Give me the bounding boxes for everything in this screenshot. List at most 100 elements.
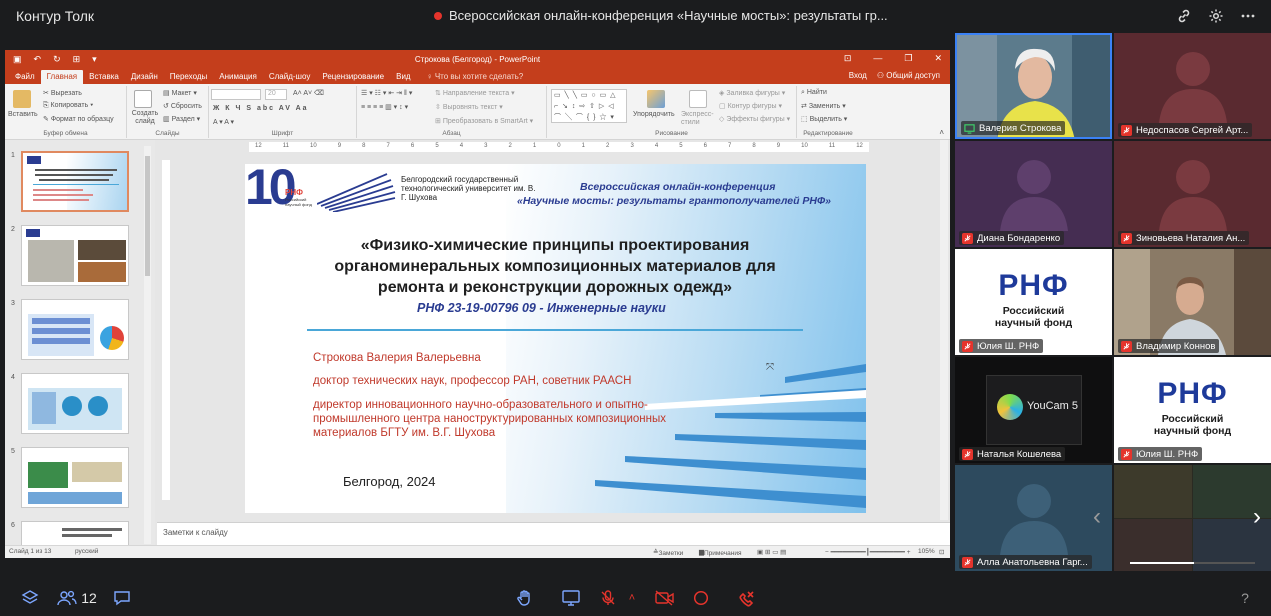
chevron-right-icon[interactable]: › [1253, 503, 1261, 531]
arrange-button[interactable]: Упорядочить [633, 111, 675, 118]
tab-home[interactable]: Главная [40, 70, 84, 84]
thumbnail-slide-1[interactable] [21, 151, 129, 212]
participant-tile[interactable]: Владимир Коннов [1114, 249, 1271, 355]
mic-muted-icon[interactable] [598, 588, 618, 608]
meeting-title-group[interactable]: Всероссийская онлайн-конференция «Научны… [434, 8, 888, 23]
maximize-icon[interactable]: ❐ [904, 53, 912, 64]
tab-slideshow[interactable]: Слайд-шоу [263, 70, 316, 84]
font-color-buttons[interactable]: A ▾ A ▾ [213, 118, 234, 126]
shapes-gallery[interactable]: ▭ ╲ ╲ ▭ ○ ▭ △ ⌐ ↘ ↕ ⇨ ⇧ ▷ ◁ ⌒ ╲ ⌒ { } ☆ ▾ [551, 89, 627, 123]
participants-button[interactable]: 12 [56, 588, 98, 608]
thumbnail-slide-5[interactable] [21, 447, 129, 508]
more-icon[interactable] [1239, 7, 1257, 25]
section-button[interactable]: ▥ Раздел ▾ [163, 115, 200, 123]
tab-animations[interactable]: Анимация [213, 70, 263, 84]
camera-off-icon[interactable] [654, 588, 676, 608]
raise-hand-icon[interactable] [515, 588, 535, 608]
thumbnails-scrollbar[interactable] [144, 146, 151, 544]
tell-me-box[interactable]: ♀ Что вы хотите сделать? [417, 70, 530, 84]
quick-styles-button[interactable]: Экспресс-стили [681, 111, 715, 127]
view-buttons[interactable]: ▣ ⊞ ▭ ▤ [757, 548, 786, 556]
shape-effects-button[interactable]: ◇ Эффекты фигуры ▾ [719, 115, 790, 123]
slide-canvas[interactable]: 10 РНФ Российский научный фонд Белгородс… [245, 164, 866, 513]
select-button[interactable]: ⬚ Выделить ▾ [801, 115, 847, 123]
record-icon[interactable] [692, 588, 710, 608]
leave-call-icon[interactable] [736, 588, 758, 608]
paste-button[interactable]: Вставить [8, 111, 38, 118]
close-icon[interactable]: ✕ [934, 53, 942, 64]
thumbnail-slide-4[interactable] [21, 373, 129, 434]
participant-tile[interactable]: РНФ Российский научный фонд Юлия Ш. РНФ [1114, 357, 1271, 463]
cut-button[interactable]: ✂ Вырезать [43, 89, 82, 97]
font-size-field[interactable]: 20 [265, 89, 287, 100]
chat-icon[interactable] [112, 588, 132, 608]
thumbnail-slide-6[interactable] [21, 521, 129, 545]
thumbnail-slide-2[interactable] [21, 225, 129, 286]
thumbnail-slide-3[interactable] [21, 299, 129, 360]
quick-styles-icon[interactable] [689, 90, 707, 108]
link-icon[interactable] [1175, 7, 1193, 25]
format-painter-label: Формат по образцу [50, 116, 114, 123]
tab-file[interactable]: Файл [9, 70, 41, 84]
layers-icon[interactable] [20, 588, 40, 608]
font-name-field[interactable] [211, 89, 261, 100]
comments-toggle[interactable]: ▆ Примечания [699, 548, 742, 557]
editor-scrollbar[interactable] [940, 140, 948, 520]
new-slide-icon[interactable] [134, 90, 152, 108]
tab-transitions[interactable]: Переходы [164, 70, 214, 84]
shape-outline-button[interactable]: ▢ Контур фигуры ▾ [719, 102, 782, 110]
chevron-up-icon[interactable]: ˄ [626, 588, 638, 608]
tab-review[interactable]: Рецензирование [316, 70, 390, 84]
align-text-button[interactable]: ⇳ Выровнять текст ▾ [435, 103, 503, 111]
chevron-left-icon[interactable]: ‹ [1093, 503, 1101, 531]
ribbon-display-icon[interactable]: ⊡ [844, 53, 852, 64]
participant-tile[interactable]: YouCam 5 Наталья Кошелева [955, 357, 1112, 463]
help-icon[interactable]: ? [1238, 588, 1252, 608]
find-button[interactable]: ⌕ Найти [801, 89, 827, 97]
participant-tile[interactable]: Диана Бондаренко [955, 141, 1112, 247]
notes-pane[interactable]: Заметки к слайду [157, 522, 950, 545]
text-direction-button[interactable]: ⇅ Направление текста ▾ [435, 89, 515, 97]
zoom-slider[interactable]: − ━━━━━━━━━┃━━━━━━━━━ + [825, 548, 911, 556]
new-slide-button[interactable]: Создать слайд [130, 110, 160, 126]
screen-share-icon[interactable] [561, 588, 581, 608]
list-buttons[interactable]: ☰ ▾ ☷ ▾ ⇤ ⇥ ‖ ▾ [361, 89, 412, 97]
more-participants-tile[interactable] [1114, 465, 1271, 571]
participant-tile[interactable]: Алла Анатольевна Гарг... [955, 465, 1112, 571]
collapse-ribbon-icon[interactable]: ˄ [939, 128, 944, 137]
tab-insert[interactable]: Вставка [83, 70, 125, 84]
zoom-level[interactable]: 105% [918, 548, 935, 555]
participant-tile[interactable]: Зиновьева Наталия Ан... [1114, 141, 1271, 247]
reset-button[interactable]: ↺ Сбросить [163, 102, 202, 110]
signin-link[interactable]: Вход [849, 71, 867, 80]
clipboard-group: Вставить ✂ Вырезать ⎘ Копировать ▾ ✎ Фор… [5, 86, 127, 138]
participant-tile[interactable]: Валерия Строкова [955, 33, 1112, 139]
align-buttons[interactable]: ≡ ≡ ≡ ≡ ▥ ▾ ↕ ▾ [361, 103, 408, 111]
format-painter-button[interactable]: ✎ Формат по образцу [43, 115, 114, 123]
paste-icon[interactable] [13, 90, 31, 108]
gear-icon[interactable] [1207, 7, 1225, 25]
shape-fill-button[interactable]: ◈ Заливка фигуры ▾ [719, 89, 785, 97]
language[interactable]: русский [75, 548, 98, 555]
participant-tile[interactable]: РНФ Российский научный фонд Юлия Ш. РНФ [955, 249, 1112, 355]
mic-muted-icon [962, 448, 973, 460]
notes-toggle[interactable]: ≙ Заметки [653, 548, 683, 557]
layout-button[interactable]: ▤ Макет ▾ [163, 89, 197, 97]
smartart-button[interactable]: ⊞ Преобразовать в SmartArt ▾ [435, 117, 533, 125]
share-button[interactable]: ⚇ Общий доступ [877, 71, 940, 80]
scroll-thumb[interactable] [145, 156, 150, 276]
logo-lines [317, 173, 396, 212]
font-grow-shrink[interactable]: A˄ A˅ ⌫ [293, 89, 324, 97]
font-style-buttons[interactable]: Ж К Ч S abc AV Aa [213, 105, 309, 112]
participant-tile[interactable]: Недоспасов Сергей Арт... [1114, 33, 1271, 139]
replace-button[interactable]: ⇄ Заменить ▾ [801, 102, 846, 110]
participant-name: Юлия Ш. РНФ [1136, 448, 1199, 460]
arrange-icon[interactable] [647, 90, 665, 108]
slide-title: «Физико-химические принципы проектирован… [334, 237, 776, 296]
fit-slide-icon[interactable]: ⊡ [939, 548, 944, 556]
copy-button[interactable]: ⎘ Копировать ▾ [43, 102, 93, 110]
tab-design[interactable]: Дизайн [125, 70, 164, 84]
select-label: Выделить [809, 116, 842, 123]
tab-view[interactable]: Вид [390, 70, 416, 84]
minimize-icon[interactable]: — [873, 53, 882, 64]
